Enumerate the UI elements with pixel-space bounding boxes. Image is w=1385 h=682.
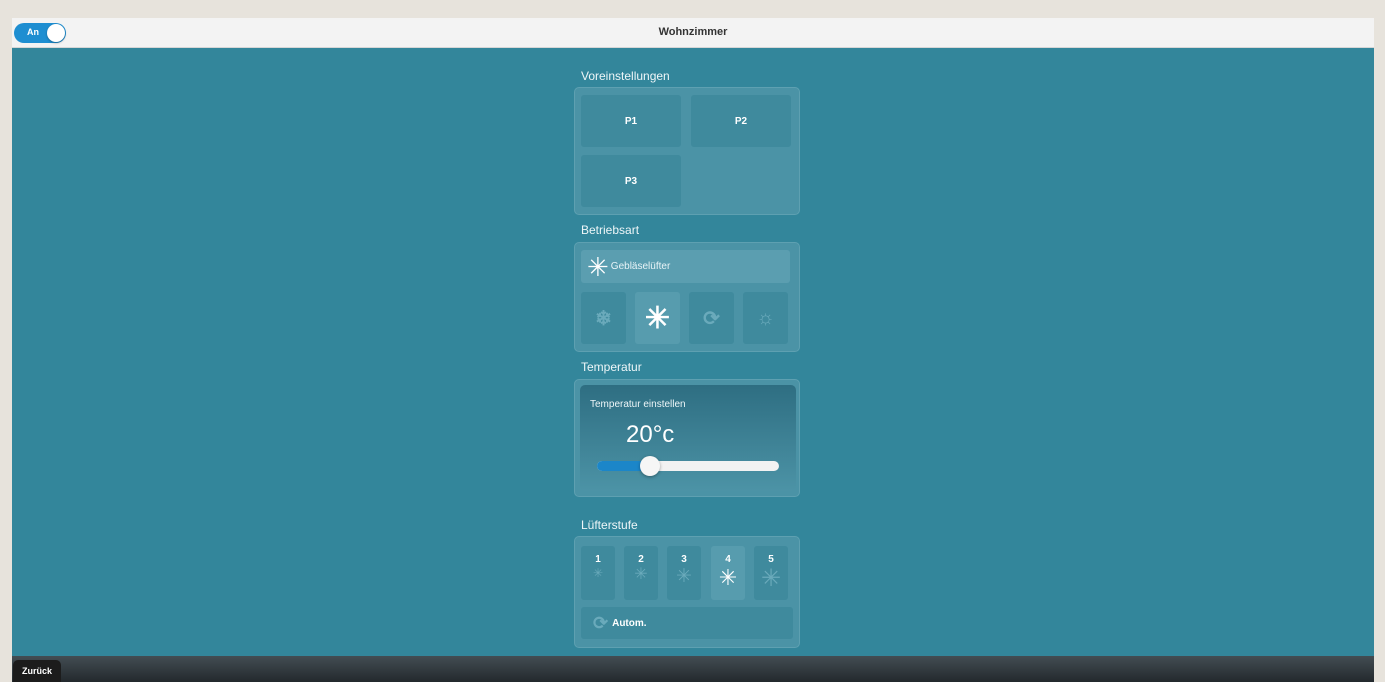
fan-level-3-button[interactable]: 3 ✳ xyxy=(667,546,701,600)
back-button[interactable]: Zurück xyxy=(13,660,61,682)
preset-p1-button[interactable]: P1 xyxy=(581,95,681,147)
temperature-title: Temperatur xyxy=(581,360,642,374)
snowflake-icon: ❄ xyxy=(595,307,612,330)
temperature-panel: Temperatur einstellen 20°c xyxy=(574,379,800,497)
fan-auto-label: Autom. xyxy=(612,617,647,629)
fan-title: Lüfterstufe xyxy=(581,518,638,532)
preset-p3-button[interactable]: P3 xyxy=(581,155,681,207)
mode-title: Betriebsart xyxy=(581,223,640,237)
sun-icon: ☼ xyxy=(756,306,775,329)
presets-panel: P1 P2 P3 xyxy=(574,87,800,215)
temperature-set-label: Temperatur einstellen xyxy=(590,399,686,410)
mode-heat-button[interactable]: ☼ xyxy=(743,292,788,344)
page-title: Wohnzimmer xyxy=(658,26,728,38)
temperature-slider[interactable] xyxy=(597,456,779,476)
fan-level-label: 3 xyxy=(681,554,687,565)
fan-icon: ✳ xyxy=(634,566,648,583)
fan-icon: ✳ xyxy=(760,565,782,592)
fan-icon: ✳ xyxy=(592,566,604,580)
fan-icon: ✳ xyxy=(676,566,692,587)
mode-auto-button[interactable]: ⟳ xyxy=(689,292,734,344)
fan-level-label: 4 xyxy=(725,554,731,565)
fan-level-4-button[interactable]: 4 ✳ xyxy=(711,546,745,600)
mode-panel: ✳ Gebläselüfter ❄ ✳ ⟳ ☼ xyxy=(574,242,800,352)
mode-fan-button[interactable]: ✳ xyxy=(635,292,680,344)
auto-cycle-icon: ⟳ xyxy=(703,307,720,330)
preset-p2-button[interactable]: P2 xyxy=(691,95,791,147)
current-mode-label: Gebläselüfter xyxy=(610,261,671,272)
fan-level-2-button[interactable]: 2 ✳ xyxy=(624,546,658,600)
temperature-card: Temperatur einstellen 20°c xyxy=(580,385,796,491)
app-screen: An Wohnzimmer Voreinstellungen P1 P2 P3 … xyxy=(12,18,1374,682)
fan-auto-button[interactable]: ⟳ Autom. xyxy=(581,607,793,639)
temperature-value: 20°c xyxy=(626,421,675,448)
fan-level-label: 2 xyxy=(638,554,644,565)
current-mode-display: ✳ Gebläselüfter xyxy=(581,250,790,283)
fan-level-label: 5 xyxy=(768,554,774,565)
fan-icon: ✳ xyxy=(587,251,609,282)
mode-cool-button[interactable]: ❄ xyxy=(581,292,626,344)
footer-bar: Zurück xyxy=(12,656,1374,682)
fan-level-label: 1 xyxy=(595,554,601,565)
fan-icon: ✳ xyxy=(644,301,671,335)
presets-title: Voreinstellungen xyxy=(581,69,670,83)
fan-level-5-button[interactable]: 5 ✳ xyxy=(754,546,788,600)
temperature-slider-handle[interactable] xyxy=(639,456,660,476)
auto-cycle-icon: ⟳ xyxy=(593,612,609,633)
header-bar: An Wohnzimmer xyxy=(12,18,1374,48)
fan-panel: 1 ✳ 2 ✳ 3 ✳ 4 ✳ 5 ✳ ⟳ Autom. xyxy=(574,536,800,648)
fan-icon: ✳ xyxy=(718,565,738,590)
fan-level-1-button[interactable]: 1 ✳ xyxy=(581,546,615,600)
